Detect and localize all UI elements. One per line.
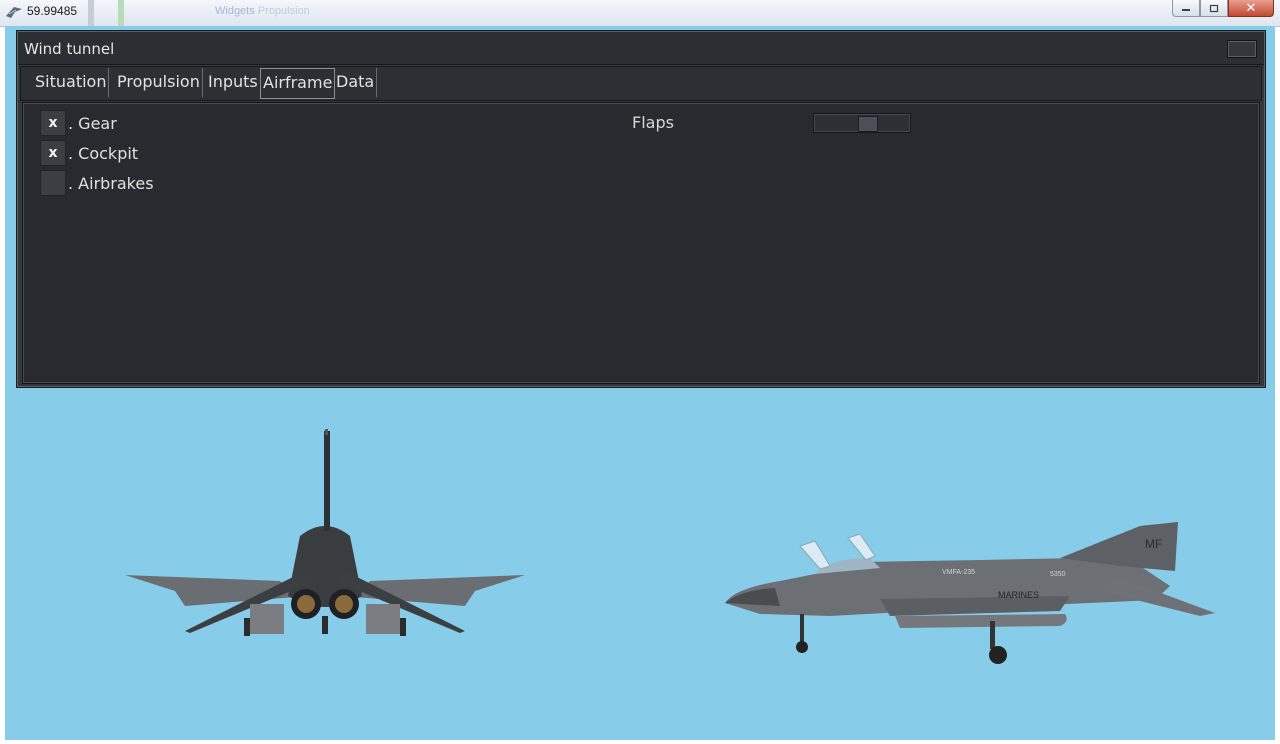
panel-header[interactable]: Wind tunnel (18, 32, 1264, 65)
tab-propulsion[interactable]: Propulsion (115, 68, 203, 97)
serial-marking: 5350 (1050, 571, 1066, 578)
flaps-slider[interactable] (813, 113, 911, 133)
panel-collapse-button[interactable] (1227, 40, 1257, 58)
airbrakes-label: . Airbrakes (68, 173, 154, 193)
panel-title: Wind tunnel (24, 40, 115, 58)
tail-code-marking: MF (1145, 537, 1162, 551)
background-divider (118, 0, 124, 26)
tab-bar: Situation Propulsion Inputs Airframe Dat… (20, 66, 1262, 101)
background-divider (88, 0, 94, 26)
aircraft-rear-view (125, 429, 525, 636)
close-icon: ✕ (1245, 0, 1257, 16)
maximize-button[interactable] (1200, 0, 1228, 17)
maximize-icon (1209, 4, 1219, 12)
tab-data[interactable]: Data (334, 68, 378, 97)
window-title: 59.99485 (27, 4, 78, 18)
tab-situation[interactable]: Situation (33, 68, 110, 97)
cockpit-label: . Cockpit (68, 143, 139, 163)
flaps-label: Flaps (632, 113, 674, 132)
minimize-icon (1182, 9, 1190, 11)
aircraft-side-view: VMFA-235 5350 MARINES MF (725, 522, 1215, 664)
gear-row: x . Gear (40, 110, 117, 136)
airbrakes-checkbox[interactable] (40, 170, 66, 196)
minimize-button[interactable] (1172, 0, 1200, 17)
service-marking: MARINES (998, 590, 1039, 600)
background-window-text: Widgets Propulsion (215, 5, 310, 17)
tab-airframe[interactable]: Airframe (260, 68, 336, 99)
window-controls: ✕ (1172, 0, 1274, 18)
flaps-slider-thumb[interactable] (858, 116, 878, 132)
cockpit-row: x . Cockpit (40, 140, 138, 166)
airbrakes-row: . Airbrakes (40, 170, 154, 196)
os-title-bar: 59.99485 Widgets Propulsion ✕ (0, 0, 1280, 27)
close-button[interactable]: ✕ (1228, 0, 1274, 17)
wind-tunnel-panel: Wind tunnel Situation Propulsion Inputs … (16, 30, 1266, 388)
airframe-tab-content: x . Gear x . Cockpit . Airbrakes Flaps (22, 102, 1260, 384)
app-icon (6, 7, 22, 18)
gear-label: . Gear (68, 113, 117, 133)
cockpit-checkbox[interactable]: x (40, 140, 66, 166)
gear-checkbox[interactable]: x (40, 110, 66, 136)
squadron-marking: VMFA-235 (942, 569, 975, 576)
tab-inputs[interactable]: Inputs (206, 68, 261, 97)
viewport-3d[interactable]: Wind tunnel Situation Propulsion Inputs … (5, 26, 1275, 740)
